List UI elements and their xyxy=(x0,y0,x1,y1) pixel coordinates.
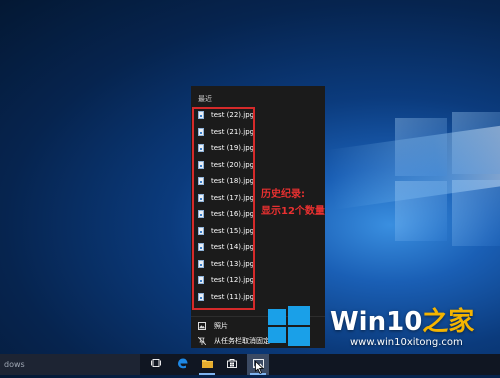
photos-app-icon xyxy=(198,322,206,330)
recent-header: 最近 xyxy=(198,95,212,103)
taskbar: dows xyxy=(0,354,500,375)
task-view-icon xyxy=(151,359,161,370)
store-taskbar-button[interactable] xyxy=(221,354,243,375)
watermark-title: Win10之家 xyxy=(330,301,474,338)
edge-taskbar-button[interactable] xyxy=(171,354,193,375)
watermark-title-accent: 之家 xyxy=(422,307,475,337)
windows-logo-icon xyxy=(268,305,310,346)
annotation-note: 历史纪录: 显示12个数量 xyxy=(261,186,325,220)
watermark-title-main: Win10 xyxy=(330,307,423,337)
folder-icon xyxy=(201,359,213,371)
annotation-highlight-box xyxy=(192,107,255,310)
annotation-line-2: 显示12个数量 xyxy=(261,206,325,217)
watermark-url: www.win10xitong.com xyxy=(350,337,463,348)
photos-app-label: 照片 xyxy=(214,322,228,330)
annotation-line-1: 历史纪录: xyxy=(261,189,305,200)
open-photos-app[interactable]: 照片 xyxy=(198,321,228,331)
task-view-button[interactable] xyxy=(145,354,167,375)
unpin-from-taskbar[interactable]: 从任务栏取消固定 xyxy=(198,336,270,346)
unpin-icon xyxy=(198,337,206,345)
file-explorer-taskbar-button[interactable] xyxy=(196,354,218,375)
taskbar-search-box[interactable]: dows xyxy=(0,354,140,375)
mouse-cursor-icon xyxy=(255,359,265,378)
edge-icon xyxy=(177,358,188,372)
win10-watermark: Win10之家 www.win10xitong.com xyxy=(262,299,500,355)
store-bag-icon xyxy=(227,358,237,371)
